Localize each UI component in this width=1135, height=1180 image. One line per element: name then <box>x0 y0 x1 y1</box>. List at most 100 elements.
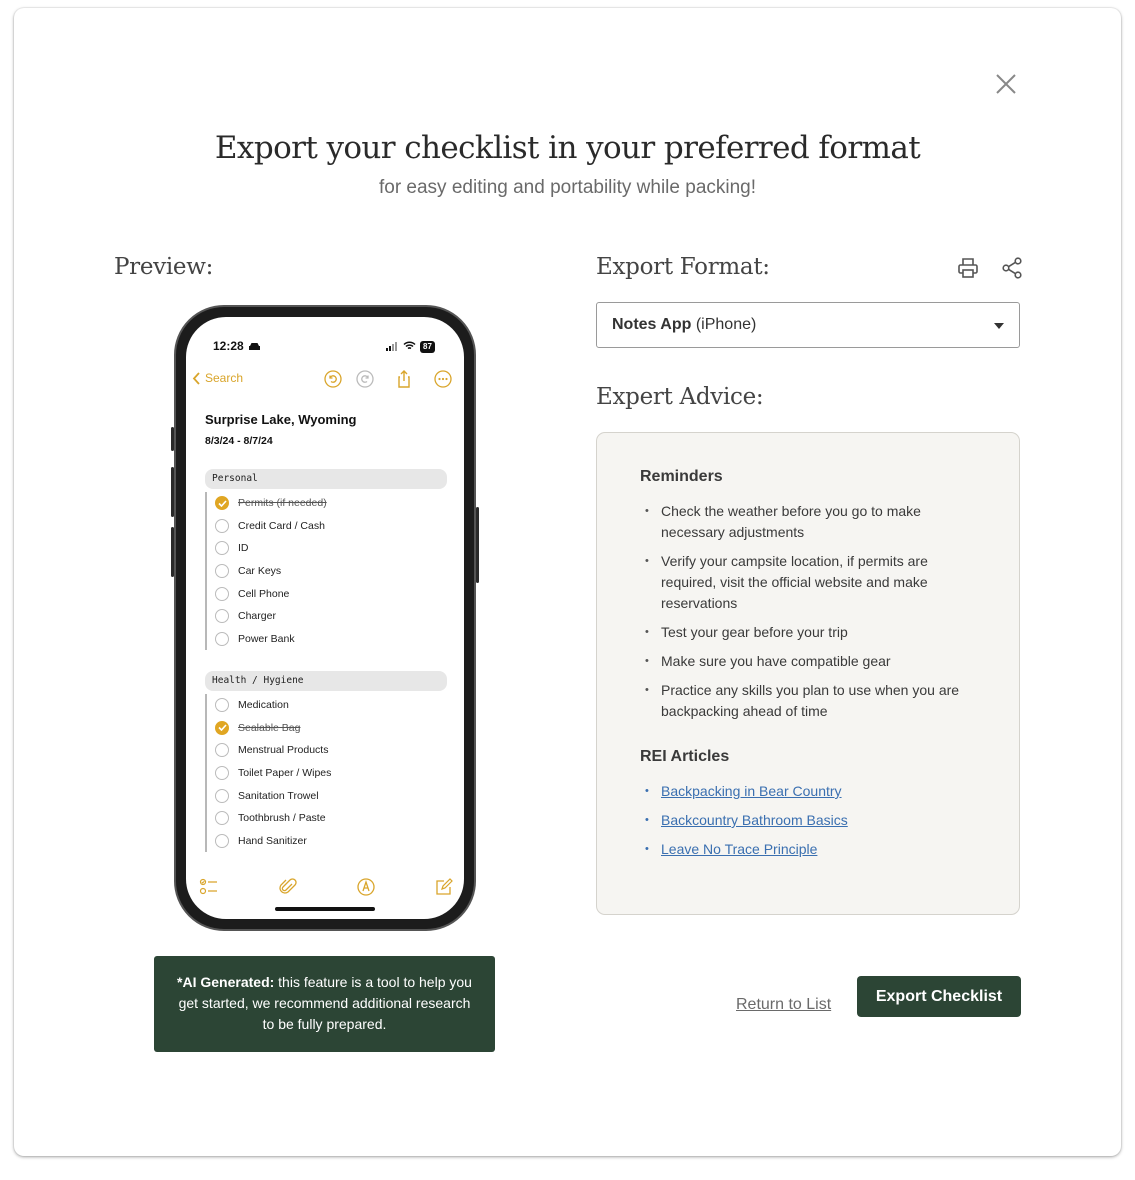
paperclip-icon[interactable] <box>278 877 298 897</box>
checklist-item-label: Car Keys <box>238 565 282 578</box>
checklist-item-label: Medication <box>238 699 289 712</box>
checklist-item-label: Permits (if needed) <box>238 497 327 510</box>
back-label: Search <box>205 371 244 385</box>
checklist-item[interactable]: Menstrual Products <box>215 739 447 762</box>
empty-circle-icon[interactable] <box>215 541 229 556</box>
back-button[interactable]: Search <box>192 371 243 385</box>
phone-side-button <box>171 527 174 577</box>
expert-advice-heading: Expert Advice: <box>596 384 764 410</box>
group-list: Medication Sealable Bag Menstrual Produc… <box>205 694 447 853</box>
checklist-group-health: Health / Hygiene Medication Sealable Bag… <box>205 671 447 853</box>
empty-circle-icon[interactable] <box>215 811 229 826</box>
article-item: Backpacking in Bear Country <box>640 781 980 802</box>
status-time: 12:28 <box>213 339 244 353</box>
empty-circle-icon[interactable] <box>215 518 229 533</box>
return-to-list-link[interactable]: Return to List <box>736 996 831 1014</box>
battery-level: 87 <box>420 341 435 353</box>
export-format-select[interactable]: Notes App (iPhone) <box>596 302 1020 348</box>
empty-circle-icon[interactable] <box>215 631 229 646</box>
export-modal: Export your checklist in your preferred … <box>14 8 1121 1156</box>
group-header: Health / Hygiene <box>205 671 447 691</box>
reminder-item: Verify your campsite location, if permit… <box>640 551 980 614</box>
checklist-item[interactable]: Charger <box>215 605 447 628</box>
modal-subtitle: for easy editing and portability while p… <box>378 177 757 198</box>
more-icon[interactable] <box>433 369 453 389</box>
share-icon[interactable] <box>1000 256 1024 280</box>
modal-title: Export your checklist in your preferred … <box>214 130 921 166</box>
checklist-item[interactable]: Cell Phone <box>215 582 447 605</box>
checklist-item[interactable]: Toothbrush / Paste <box>215 807 447 830</box>
phone-side-button <box>171 427 174 451</box>
export-format-heading: Export Format: <box>596 254 770 280</box>
article-link[interactable]: Backcountry Bathroom Basics <box>661 812 848 828</box>
checklist-item[interactable]: Hand Sanitizer <box>215 830 447 853</box>
checklist-item-label: Sealable Bag <box>238 721 301 734</box>
checklist-item-label: Sanitation Trowel <box>238 789 319 802</box>
format-selected-platform: (iPhone) <box>691 316 757 333</box>
checklist-item[interactable]: Permits (if needed) <box>215 492 447 515</box>
note-dates: 8/3/24 - 8/7/24 <box>205 435 273 447</box>
empty-circle-icon[interactable] <box>215 609 229 624</box>
preview-heading: Preview: <box>114 254 214 280</box>
article-link[interactable]: Backpacking in Bear Country <box>661 783 842 799</box>
checklist-item-label: Menstrual Products <box>238 744 329 757</box>
phone-side-button <box>476 507 479 583</box>
checklist-item-label: Toilet Paper / Wipes <box>238 767 332 780</box>
home-indicator <box>275 907 375 911</box>
group-header: Personal <box>205 469 447 489</box>
articles-heading: REI Articles <box>640 748 730 765</box>
empty-circle-icon[interactable] <box>215 698 229 713</box>
checklist-item-label: Charger <box>238 610 276 623</box>
ai-notice-label: *AI Generated: <box>177 974 275 990</box>
reminder-item: Make sure you have compatible gear <box>640 651 980 672</box>
checkmark-icon[interactable] <box>215 720 229 735</box>
checklist-icon[interactable] <box>199 877 219 897</box>
note-title: Surprise Lake, Wyoming <box>205 412 357 427</box>
reminders-heading: Reminders <box>640 468 723 485</box>
checkmark-icon[interactable] <box>215 496 229 511</box>
printer-icon[interactable] <box>956 256 980 280</box>
undo-icon[interactable] <box>323 369 343 389</box>
ai-generated-notice: *AI Generated: this feature is a tool to… <box>154 956 495 1052</box>
format-selected-name: Notes App <box>612 316 692 333</box>
reminder-item: Test your gear before your trip <box>640 622 980 643</box>
status-bar: 12:28 87 <box>186 339 464 357</box>
close-icon[interactable] <box>992 70 1020 98</box>
articles-list: Backpacking in Bear Country Backcountry … <box>640 781 980 868</box>
share-icon[interactable] <box>394 369 414 389</box>
empty-circle-icon[interactable] <box>215 564 229 579</box>
checklist-group-personal: Personal Permits (if needed) Credit Card… <box>205 469 447 651</box>
checklist-item[interactable]: Medication <box>215 694 447 717</box>
checklist-item[interactable]: Sealable Bag <box>215 717 447 740</box>
checklist-item[interactable]: Sanitation Trowel <box>215 784 447 807</box>
phone-side-button <box>171 467 174 517</box>
expert-advice-panel: Reminders Check the weather before you g… <box>596 432 1020 915</box>
empty-circle-icon[interactable] <box>215 586 229 601</box>
reminders-list: Check the weather before you go to make … <box>640 501 980 730</box>
chevron-left-icon <box>192 371 200 385</box>
markup-pen-icon[interactable] <box>356 877 376 897</box>
empty-circle-icon[interactable] <box>215 788 229 803</box>
empty-circle-icon[interactable] <box>215 833 229 848</box>
redo-icon[interactable] <box>355 369 375 389</box>
car-icon <box>248 341 261 355</box>
checklist-item[interactable]: Power Bank <box>215 628 447 651</box>
checklist-item[interactable]: ID <box>215 537 447 560</box>
checklist-item-label: Power Bank <box>238 632 295 645</box>
phone-preview: 12:28 87 Search Surprise Lake, Wyoming 8… <box>171 305 479 931</box>
caret-down-icon <box>994 323 1004 329</box>
compose-icon[interactable] <box>434 877 454 897</box>
checklist-item[interactable]: Credit Card / Cash <box>215 515 447 538</box>
signal-icon <box>386 340 399 354</box>
export-checklist-button[interactable]: Export Checklist <box>857 976 1021 1017</box>
group-list: Permits (if needed) Credit Card / Cash I… <box>205 492 447 651</box>
reminder-item: Practice any skills you plan to use when… <box>640 680 980 722</box>
checklist-item[interactable]: Car Keys <box>215 560 447 583</box>
article-item: Leave No Trace Principle <box>640 839 980 860</box>
phone-screen: 12:28 87 Search Surprise Lake, Wyoming 8… <box>186 317 464 919</box>
empty-circle-icon[interactable] <box>215 766 229 781</box>
checklist-item[interactable]: Toilet Paper / Wipes <box>215 762 447 785</box>
article-link[interactable]: Leave No Trace Principle <box>661 841 817 857</box>
empty-circle-icon[interactable] <box>215 743 229 758</box>
checklist-item-label: ID <box>238 542 249 555</box>
